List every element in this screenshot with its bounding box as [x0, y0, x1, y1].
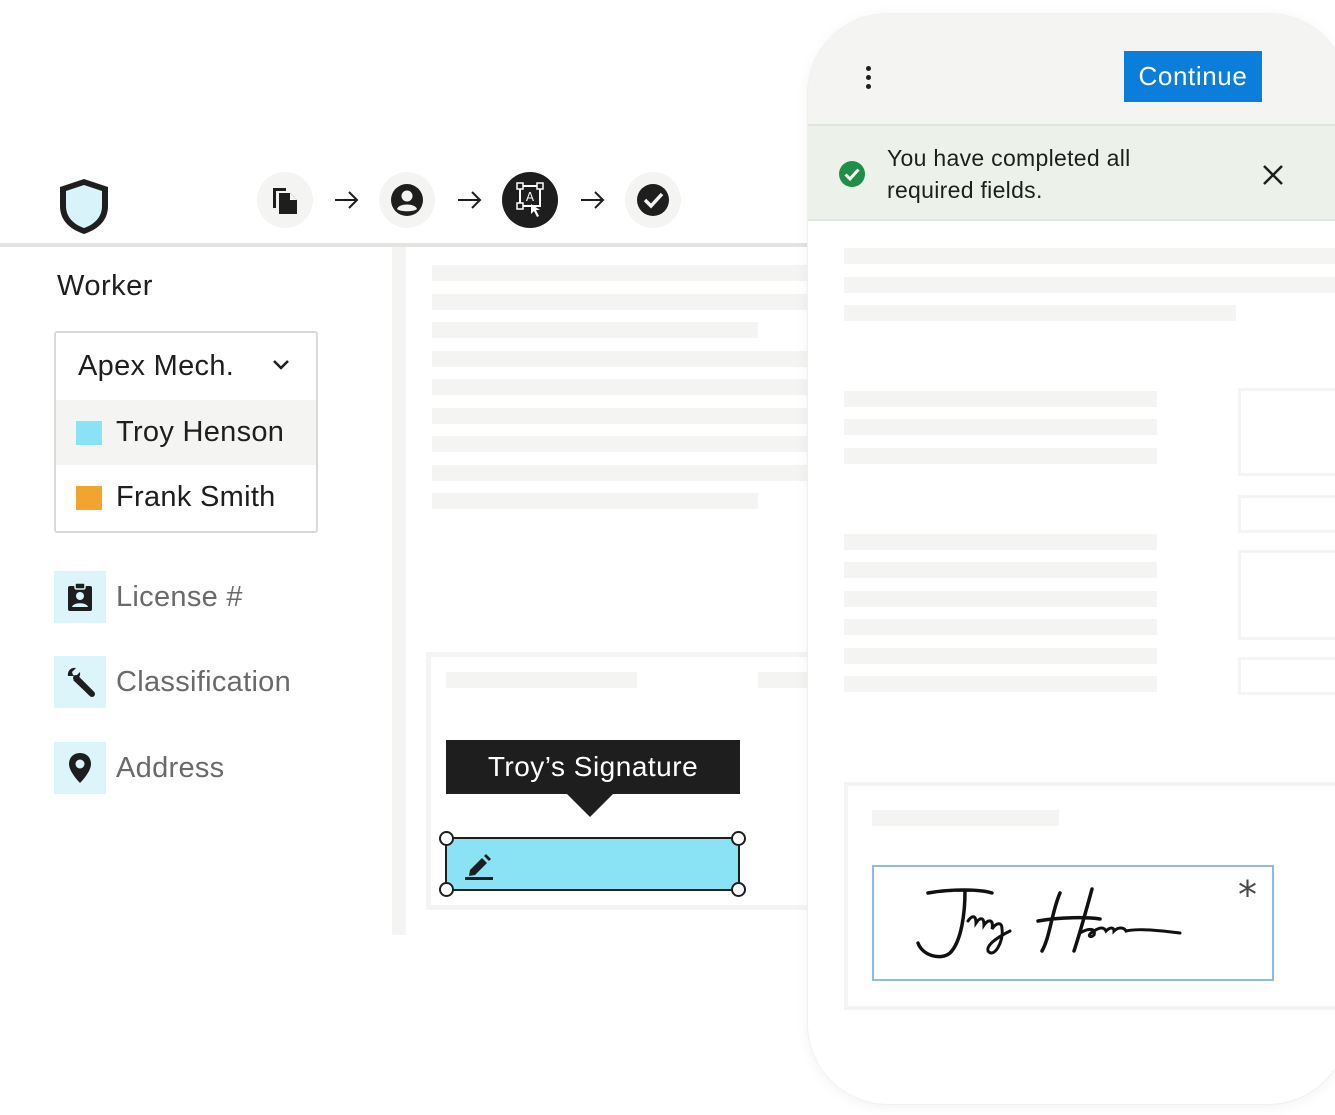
dropdown-option-troy-henson[interactable]: Troy Henson [56, 400, 316, 465]
required-asterisk: * [1238, 873, 1257, 917]
mobile-header: Continue [808, 14, 1335, 124]
text-line [432, 493, 758, 509]
wrench-icon [67, 667, 95, 697]
text-line [844, 562, 1157, 578]
text-line [844, 448, 1157, 464]
resize-handle[interactable] [439, 882, 454, 897]
step-tag-fields[interactable]: A [502, 172, 558, 228]
text-line [844, 648, 1157, 664]
field-license[interactable]: License # [54, 571, 243, 623]
text-line [432, 351, 812, 367]
dropdown-selected-label: Apex Mech. [78, 349, 235, 382]
option-label: Frank Smith [116, 481, 276, 513]
location-pin-icon [69, 753, 91, 783]
text-line [844, 305, 1236, 321]
field-classification[interactable]: Classification [54, 656, 291, 708]
text-line [432, 294, 812, 310]
field-label: Classification [116, 665, 292, 698]
form-field-box[interactable] [1238, 550, 1335, 640]
tooltip-pointer [566, 793, 614, 817]
text-line [432, 379, 812, 395]
text-line [844, 534, 1157, 550]
documents-icon [273, 188, 297, 214]
more-options-icon[interactable] [866, 66, 872, 90]
tooltip-text: Troy’s Signature [487, 751, 699, 782]
user-icon [391, 184, 423, 216]
color-swatch [76, 420, 102, 445]
step-documents[interactable] [257, 172, 313, 228]
signature-input[interactable]: * [872, 865, 1274, 981]
dropdown-option-frank-smith[interactable]: Frank Smith [56, 465, 316, 530]
signature-field[interactable] [439, 831, 746, 897]
arrow-right-icon [335, 191, 359, 209]
chevron-down-icon[interactable] [271, 358, 291, 372]
text-line [432, 436, 812, 452]
resize-handle[interactable] [439, 831, 454, 846]
option-label: Troy Henson [116, 416, 285, 448]
shield-icon [60, 179, 108, 234]
text-line [844, 676, 1157, 692]
company-dropdown[interactable]: Apex Mech. Troy Henson Frank Smith [54, 331, 318, 533]
resize-handle[interactable] [731, 831, 746, 846]
form-field-box[interactable] [1238, 388, 1335, 476]
pen-icon [465, 854, 493, 880]
handwritten-signature-icon [916, 887, 1182, 959]
arrow-right-icon [458, 191, 482, 209]
signature-tag-icon: A [516, 182, 544, 217]
continue-button[interactable]: Continue [1124, 51, 1262, 102]
success-check-icon [839, 161, 865, 187]
field-address[interactable]: Address [54, 742, 225, 794]
text-line [844, 391, 1157, 407]
alert-message: You have completed all required fields. [887, 145, 1131, 203]
form-field-box[interactable] [1238, 657, 1335, 695]
text-line [844, 277, 1335, 293]
completion-alert: You have completed all required fields. [808, 124, 1335, 221]
field-label: License # [116, 580, 243, 613]
text-line [758, 672, 812, 688]
text-line [844, 419, 1157, 435]
text-line [446, 672, 637, 688]
color-swatch [76, 485, 102, 510]
text-line [432, 322, 758, 338]
mobile-signing-view: Continue You have completed all required… [808, 14, 1335, 1104]
svg-text:A: A [526, 190, 535, 204]
text-line [844, 619, 1157, 635]
text-line [844, 591, 1157, 607]
text-line [432, 465, 812, 481]
panel-divider [392, 247, 406, 935]
id-badge-icon [68, 582, 92, 611]
text-line [872, 810, 1059, 826]
resize-handle[interactable] [731, 882, 746, 897]
signature-tooltip: Troy’s Signature [446, 740, 740, 794]
close-icon[interactable] [1262, 164, 1284, 186]
dropdown-selected[interactable]: Apex Mech. [56, 333, 316, 399]
text-line [432, 408, 812, 424]
form-field-box[interactable] [1238, 495, 1335, 533]
worker-label: Worker [57, 270, 153, 302]
check-circle-icon [637, 184, 669, 216]
field-label: Address [116, 751, 225, 784]
text-line [432, 265, 812, 281]
step-review[interactable] [625, 172, 681, 228]
text-line [844, 248, 1335, 264]
step-recipient[interactable] [379, 172, 435, 228]
arrow-right-icon [581, 191, 605, 209]
